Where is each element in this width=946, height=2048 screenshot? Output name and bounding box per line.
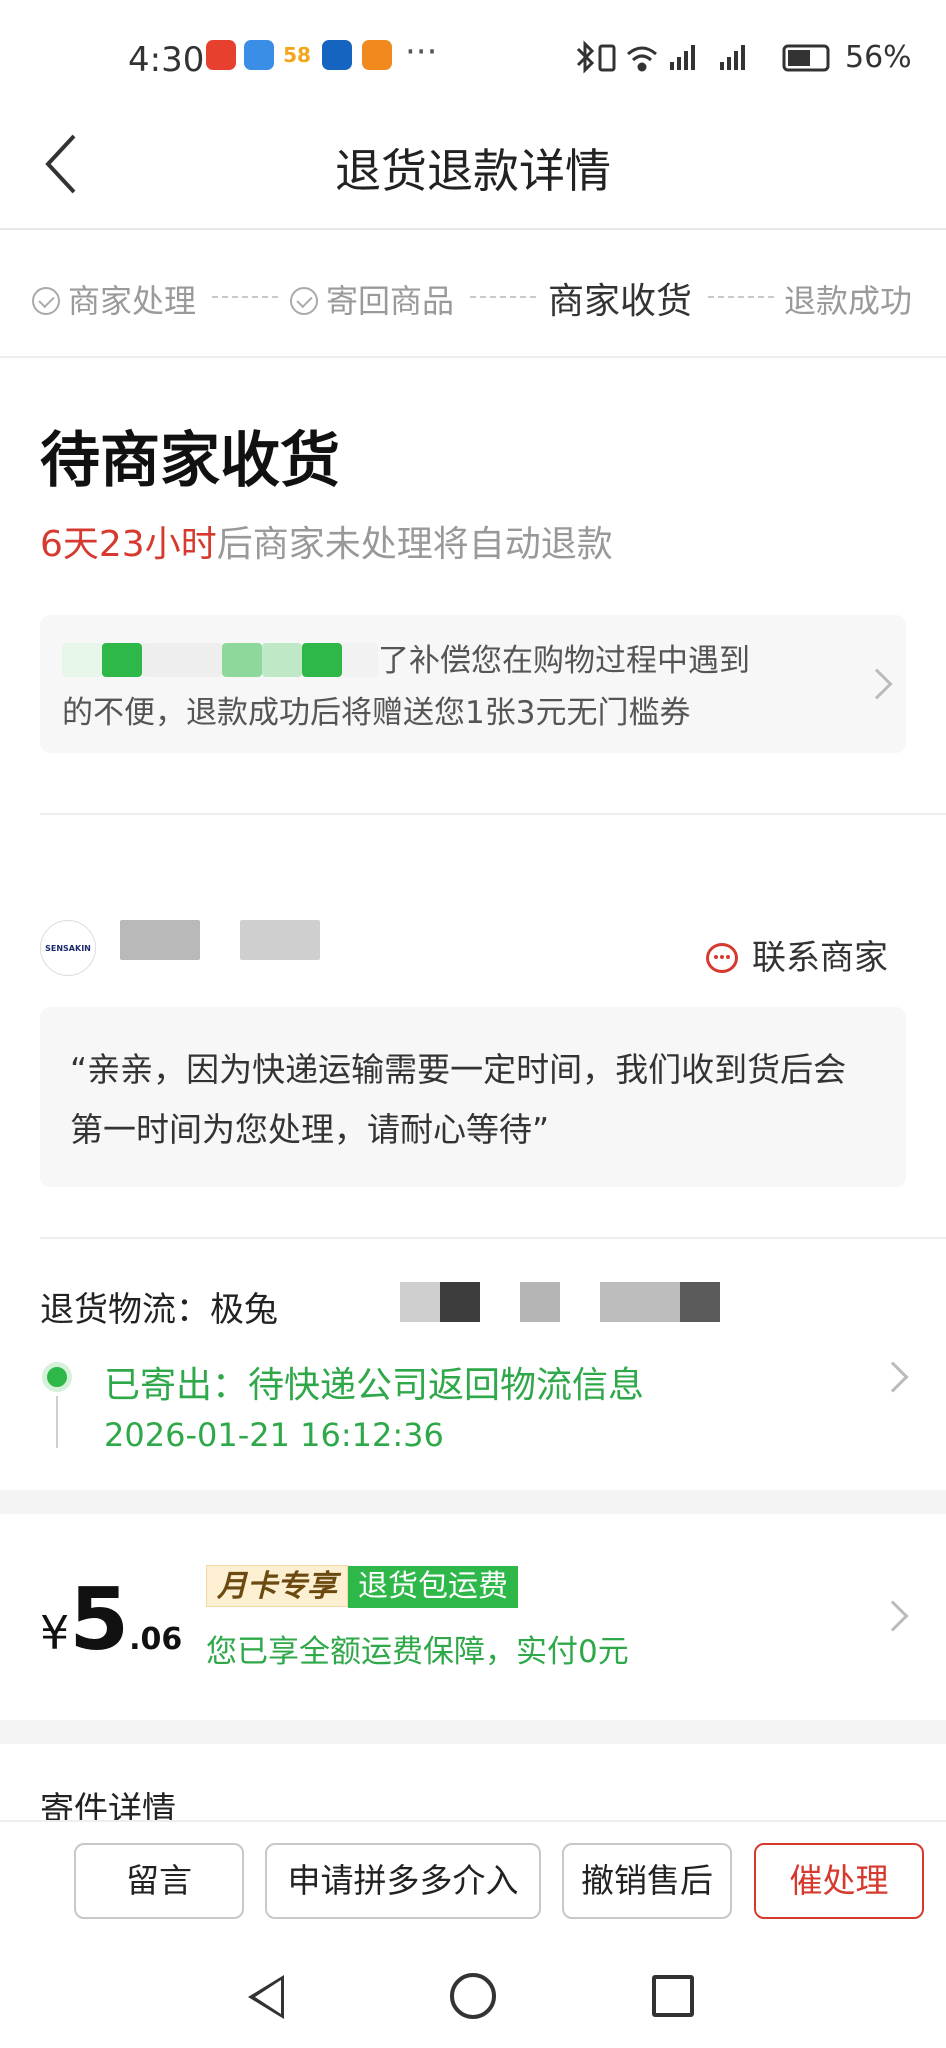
blurred-text <box>142 643 222 677</box>
signal-icon-2 <box>720 45 745 70</box>
merchant-message: “亲亲，因为快递运输需要一定时间，我们收到货后会第一时间为您处理，请耐心等待” <box>70 1050 847 1149</box>
battery-icon <box>782 44 830 72</box>
robot-app-icon <box>322 40 352 70</box>
section-separator <box>0 1490 946 1514</box>
nav-home-icon[interactable] <box>450 1973 496 2019</box>
check-circle-icon <box>290 287 318 315</box>
countdown-time: 6天23小时 <box>40 524 217 565</box>
monthly-card-badge: 月卡专享 <box>206 1565 348 1607</box>
check-circle-icon <box>32 287 60 315</box>
shipping-guarantee-note: 您已享全额运费保障，实付0元 <box>206 1634 629 1670</box>
blurred-merchant-name <box>120 920 200 960</box>
blurred-text <box>222 643 262 677</box>
leave-message-button[interactable]: 留言 <box>74 1843 244 1919</box>
blurred-text <box>102 643 142 677</box>
wifi-icon <box>627 46 657 72</box>
vibrate-icon <box>598 44 616 72</box>
signal-icon-1 <box>670 45 695 70</box>
contact-merchant-button[interactable]: 联系商家 <box>706 930 888 979</box>
logistics-status[interactable]: 已寄出：待快递公司返回物流信息 <box>104 1356 644 1408</box>
shipping-badge: 月卡专享 退货包运费 <box>206 1565 518 1608</box>
step-connector <box>470 296 536 298</box>
battery-level: 56% <box>845 40 912 75</box>
urge-processing-button[interactable]: 催处理 <box>754 1843 924 1919</box>
blurred-merchant-name <box>240 920 320 960</box>
blurred-text <box>342 643 378 677</box>
refund-status-title: 待商家收货 <box>40 426 340 496</box>
step-merchant-receive: 商家收货 <box>548 281 693 322</box>
video-app-icon <box>362 40 392 70</box>
blurred-tracking-number <box>680 1282 720 1322</box>
coupon-text: 了补偿您在购物过程中遇到 的不便，退款成功后将赠送您1张3元无门槛券 <box>62 643 750 731</box>
divider <box>40 813 946 815</box>
return-shipping-badge: 退货包运费 <box>348 1566 518 1608</box>
logistics-time: 2026-01-21 16:12:36 <box>104 1416 444 1454</box>
carrier-name: 极兔 <box>210 1290 278 1330</box>
pinduoduo-icon <box>206 40 236 70</box>
chat-bubble-icon <box>706 943 738 973</box>
return-logistics-label: 退货物流：极兔 <box>40 1290 278 1330</box>
more-notifications-icon: ··· <box>405 32 438 72</box>
chevron-right-icon[interactable] <box>877 1600 909 1632</box>
nav-recent-apps-icon[interactable] <box>652 1975 694 2017</box>
status-icons <box>576 40 830 74</box>
step-connector <box>708 296 774 298</box>
apply-platform-intervention-button[interactable]: 申请拼多多介入 <box>265 1843 541 1919</box>
merchant-avatar[interactable]: SENSAKIN <box>40 920 96 976</box>
blurred-tracking-number <box>440 1282 480 1322</box>
58-icon: 58 <box>282 40 312 70</box>
page-title: 退货退款详情 <box>335 144 611 198</box>
cancel-after-sale-button[interactable]: 撤销售后 <box>562 1843 732 1919</box>
logistics-status-dot <box>42 1362 72 1392</box>
blurred-tracking-number <box>520 1282 560 1322</box>
blurred-text <box>62 643 102 677</box>
step-return-goods: 寄回商品 <box>290 276 454 322</box>
divider <box>40 1237 946 1239</box>
nav-back-icon-inner <box>255 1980 281 2014</box>
blurred-text <box>302 643 342 677</box>
step-refund-success: 退款成功 <box>784 282 913 320</box>
refund-amount: ¥5.06 <box>40 1570 183 1670</box>
bluetooth-icon <box>576 40 595 74</box>
timeline-line <box>56 1396 58 1448</box>
chevron-right-icon[interactable] <box>877 1361 909 1393</box>
cloud-icon <box>244 40 274 70</box>
status-time: 4:30 <box>128 40 205 80</box>
step-merchant-process: 商家处理 <box>32 276 196 322</box>
blurred-text <box>262 643 302 677</box>
section-separator <box>0 1720 946 1744</box>
countdown-text: 6天23小时后商家未处理将自动退款 <box>40 524 613 565</box>
step-connector <box>212 296 278 298</box>
